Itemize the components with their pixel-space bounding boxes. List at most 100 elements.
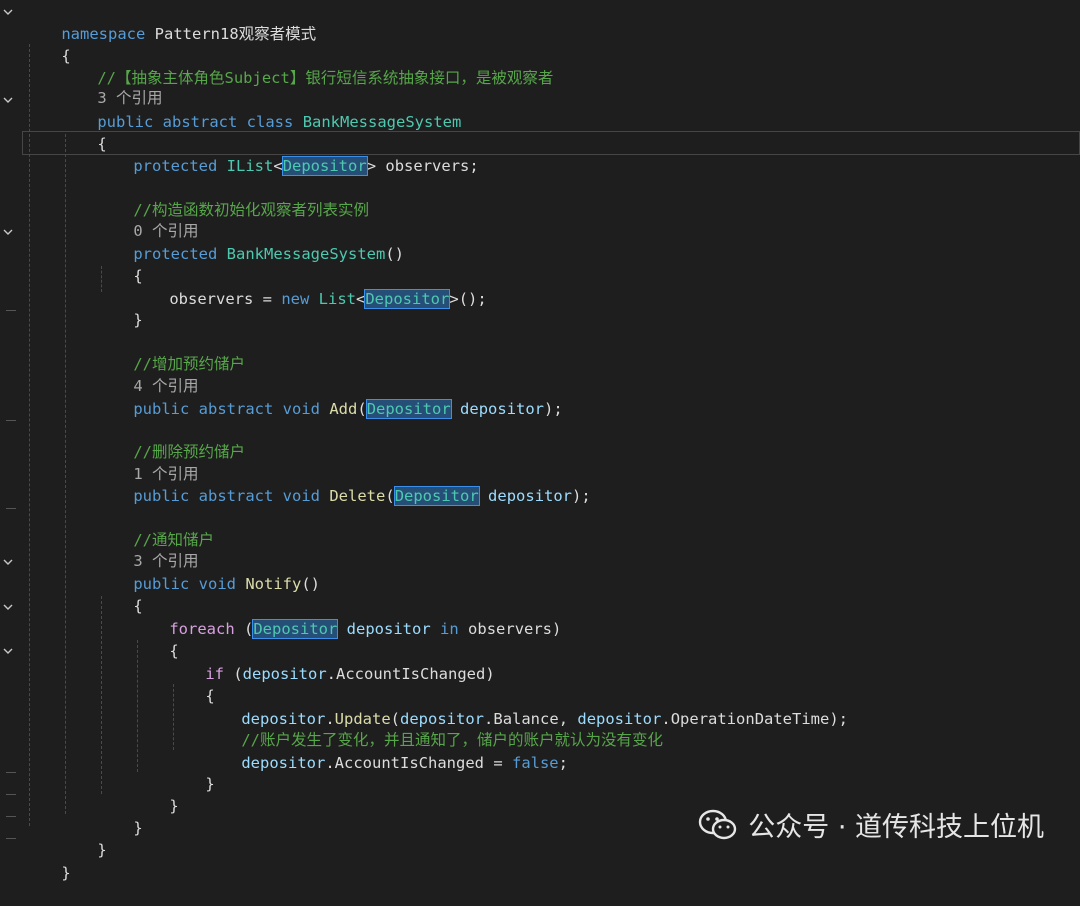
highlighted-type-token: Depositor (365, 399, 452, 419)
punct-token: ( (224, 665, 243, 683)
keyword-token: public (133, 400, 190, 418)
code-line[interactable]: { (96, 573, 142, 615)
punct-token: < (273, 157, 283, 175)
fold-chevron-icon[interactable] (2, 556, 14, 568)
keyword-token: abstract (198, 400, 274, 418)
code-line[interactable]: public void Notify() (96, 551, 320, 593)
operator-token: = (253, 290, 282, 308)
codelens-references[interactable]: 0 个引用 (96, 198, 198, 240)
code-line[interactable]: } (60, 817, 106, 859)
code-line[interactable]: foreach (Depositor depositor in observer… (132, 596, 561, 639)
param-token: depositor (460, 400, 545, 418)
punct-token: ( (385, 487, 395, 505)
punct-token: (); (458, 290, 487, 308)
param-token: depositor (488, 487, 573, 505)
punct-token: < (356, 290, 366, 308)
editor-gutter (0, 0, 18, 868)
code-line[interactable]: //增加预约储户 (96, 331, 245, 373)
method-name-token: Delete (329, 487, 386, 505)
fold-end-mark (6, 838, 16, 839)
keyword-token: class (246, 113, 294, 131)
watermark-text: 公众号 · 道传科技上位机 (748, 812, 1044, 843)
code-line[interactable]: depositor.Update(depositor.Balance, depo… (204, 686, 848, 728)
highlighted-type-token: Depositor (393, 486, 480, 506)
punct-token: () (385, 245, 404, 263)
punct-token: ( (234, 620, 254, 638)
fold-end-mark (6, 794, 16, 795)
code-line[interactable]: } (96, 795, 142, 837)
codelens-references[interactable]: 1 个引用 (96, 441, 198, 483)
code-line[interactable]: //通知储户 (96, 507, 214, 549)
keyword-token: public (133, 487, 190, 505)
code-line[interactable]: namespace Pattern18观察者模式 (24, 1, 316, 43)
fold-end-mark (6, 420, 16, 421)
punct-token: > (366, 157, 377, 175)
code-line[interactable]: public abstract void Add(Depositor depos… (96, 376, 563, 419)
control-keyword-token: foreach (169, 620, 235, 638)
code-line[interactable]: public abstract class BankMessageSystem (60, 89, 461, 131)
method-name-token: Notify (245, 575, 302, 593)
codelens-references[interactable]: 3 个引用 (60, 65, 162, 107)
code-line[interactable]: //删除预约储户 (96, 419, 245, 461)
fold-end-mark (6, 310, 16, 311)
punct-token: ); (572, 487, 591, 505)
code-line[interactable]: { (168, 663, 214, 705)
code-line[interactable]: protected BankMessageSystem() (96, 221, 404, 263)
code-line[interactable]: { (132, 618, 178, 660)
code-line[interactable]: } (132, 773, 178, 815)
keyword-token: abstract (162, 113, 238, 131)
namespace-name: Pattern18观察者模式 (154, 25, 317, 43)
field-name-token: observers (468, 620, 553, 638)
punct-token: > (449, 290, 459, 308)
keyword-token: in (440, 620, 459, 638)
highlighted-type-token: Depositor (252, 619, 339, 639)
fold-end-mark (6, 772, 16, 773)
codelens-references[interactable]: 3 个引用 (96, 528, 198, 570)
code-line[interactable]: //账户发生了变化，并且通知了，储户的账户就认为没有变化 (204, 707, 663, 749)
brace-token: } (97, 841, 107, 859)
code-line[interactable]: depositor.AccountIsChanged = false; (204, 730, 568, 772)
code-editor[interactable]: namespace Pattern18观察者模式 { //【抽象主体角色Subj… (0, 0, 1080, 882)
code-line[interactable]: public abstract void Delete(Depositor de… (96, 463, 591, 506)
brace-token: } (205, 775, 215, 793)
punct-token: . (326, 665, 337, 683)
brace-token: } (133, 311, 143, 329)
brace-token: } (61, 864, 71, 882)
fold-chevron-icon[interactable] (2, 6, 14, 18)
fold-end-mark (6, 816, 16, 817)
code-line[interactable]: if (depositor.AccountIsChanged) (168, 641, 494, 683)
punct-token: ; (558, 754, 568, 772)
punct-token: ); (544, 400, 563, 418)
code-line[interactable]: //【抽象主体角色Subject】银行短信系统抽象接口，是被观察者 (60, 45, 553, 87)
keyword-token: namespace (61, 25, 146, 43)
fold-chevron-icon[interactable] (2, 601, 14, 613)
fold-end-mark (6, 508, 16, 509)
keyword-token: protected (133, 245, 218, 263)
code-line[interactable]: //构造函数初始化观察者列表实例 (96, 177, 369, 219)
code-line[interactable]: } (96, 287, 142, 329)
keyword-token: new (281, 290, 310, 308)
property-token: OperationDateTime (670, 710, 830, 728)
brace-token: } (169, 797, 179, 815)
field-name-token: observers (385, 157, 470, 175)
fold-chevron-icon[interactable] (2, 645, 14, 657)
punct-token: ); (829, 710, 849, 728)
code-line[interactable]: { (24, 23, 70, 65)
code-line-current[interactable]: protected IList<Depositor> observers; (96, 133, 479, 176)
indent-guide (29, 44, 30, 826)
code-line[interactable]: } (24, 840, 70, 882)
comment-token: //【抽象主体角色Subject】银行短信系统抽象接口，是被观察者 (97, 69, 554, 87)
codelens-references[interactable]: 4 个引用 (96, 353, 198, 395)
code-line[interactable]: { (60, 111, 106, 153)
local-var-token: depositor (241, 754, 326, 772)
code-line[interactable]: observers = new List<Depositor>(); (132, 266, 487, 309)
punct-token: ) (552, 620, 562, 638)
keyword-token: void (282, 400, 320, 418)
operator-token: = (483, 754, 512, 772)
fold-chevron-icon[interactable] (2, 94, 14, 106)
code-line[interactable]: { (96, 243, 142, 285)
keyword-token: void (198, 575, 236, 593)
punct-token: ) (485, 665, 495, 683)
fold-chevron-icon[interactable] (2, 226, 14, 238)
code-line[interactable]: } (168, 751, 214, 793)
